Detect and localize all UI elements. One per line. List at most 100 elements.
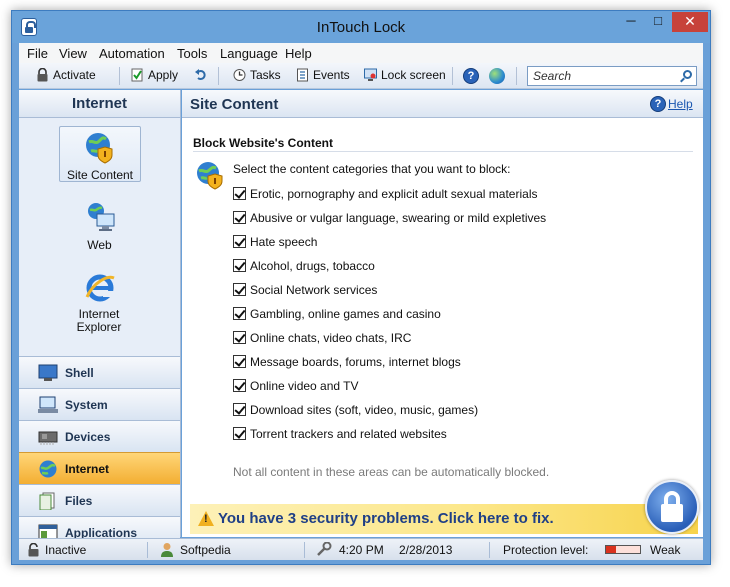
security-alert-bar[interactable]: You have 3 security problems. Click here… <box>190 504 698 534</box>
checkbox-label: Alcohol, drugs, tobacco <box>250 259 375 273</box>
lock-screen-label: Lock screen <box>381 68 446 82</box>
content-panel: Site Content ? Help Block Website's Cont… <box>182 90 703 537</box>
status-date: 2/28/2013 <box>399 543 453 557</box>
files-icon <box>39 492 55 510</box>
computer-icon <box>38 396 58 413</box>
search-input[interactable] <box>528 67 673 85</box>
search-icon[interactable] <box>683 70 692 79</box>
lock-icon[interactable] <box>645 480 699 534</box>
category-site-content[interactable]: Site Content <box>59 126 141 182</box>
status-separator <box>147 542 148 558</box>
lock-screen-icon <box>364 68 377 81</box>
toolbar-separator <box>218 67 219 85</box>
nav-shell[interactable]: Shell <box>19 356 180 388</box>
checkbox-label: Social Network services <box>250 283 378 297</box>
checkbox[interactable] <box>233 403 246 416</box>
lock-body <box>661 504 683 522</box>
activate-label: Activate <box>53 68 96 82</box>
section-title: Block Website's Content <box>193 136 333 150</box>
security-alert-link[interactable]: You have 3 security problems. Click here… <box>218 510 554 527</box>
page-title: Site Content <box>190 96 279 113</box>
current-user: Softpedia <box>180 543 231 557</box>
checkbox-label: Online chats, video chats, IRC <box>250 331 412 345</box>
activate-button[interactable]: Activate <box>36 68 96 84</box>
menu-automation[interactable]: Automation <box>99 46 165 61</box>
checkbox[interactable] <box>233 187 246 200</box>
nav-label: Devices <box>65 430 111 444</box>
content-header: Site Content ? Help <box>182 90 703 118</box>
status-bar: Inactive Softpedia 4:20 PM 2/28/2013 Pro… <box>19 538 703 560</box>
nav-devices[interactable]: Devices <box>19 420 180 452</box>
checkbox-label: Torrent trackers and related websites <box>250 427 447 441</box>
checkbox[interactable] <box>233 379 246 392</box>
category-internet-explorer[interactable]: Internet Explorer <box>19 270 180 334</box>
computer-globe-icon <box>87 203 114 231</box>
toolbar-separator <box>516 67 517 85</box>
category-web[interactable]: Web <box>19 200 180 252</box>
sidebar-title: Internet <box>19 90 180 118</box>
checkmark-document-icon <box>131 68 143 82</box>
status-time: 4:20 PM <box>339 543 384 557</box>
checkbox-label: Gambling, online games and casino <box>250 307 441 321</box>
monitor-icon <box>38 364 58 381</box>
protection-level-value: Weak <box>650 543 681 557</box>
nav-label: Internet <box>65 462 110 476</box>
section-divider <box>193 151 693 152</box>
title-bar[interactable]: InTouch Lock ─ □ ✕ <box>12 11 710 43</box>
user-icon <box>161 543 173 557</box>
lock-screen-button[interactable]: Lock screen <box>364 68 446 84</box>
checkbox[interactable] <box>233 235 246 248</box>
protection-meter <box>605 545 641 554</box>
nav-label: Shell <box>65 366 94 380</box>
checkbox[interactable] <box>233 211 246 224</box>
globe-icon[interactable] <box>489 68 505 84</box>
tasks-button[interactable]: Tasks <box>233 68 281 84</box>
status-separator <box>489 542 490 558</box>
nav-label: Files <box>65 494 93 508</box>
maximize-button[interactable]: □ <box>645 12 671 32</box>
protection-level-label: Protection level: <box>503 543 589 557</box>
protection-meter-fill <box>606 546 617 553</box>
help-icon[interactable]: ? <box>650 96 666 112</box>
tasks-label: Tasks <box>250 68 281 82</box>
search-field[interactable] <box>527 66 697 86</box>
lock-shackle <box>664 491 680 505</box>
events-button[interactable]: Events <box>296 68 350 84</box>
checkbox[interactable] <box>233 259 246 272</box>
app-window: InTouch Lock ─ □ ✕ File View Automation … <box>11 10 711 565</box>
menu-view[interactable]: View <box>59 46 87 61</box>
wrench-icon <box>317 542 332 556</box>
menu-language[interactable]: Language <box>220 46 278 61</box>
unlocked-padlock-icon <box>28 543 39 557</box>
checkbox-label: Message boards, forums, internet blogs <box>250 355 461 369</box>
checkbox[interactable] <box>233 283 246 296</box>
apply-label: Apply <box>148 68 179 82</box>
globe-shield-icon <box>86 133 113 164</box>
help-icon[interactable]: ? <box>463 68 479 84</box>
nav-files[interactable]: Files <box>19 484 180 516</box>
toolbar-separator <box>452 67 453 85</box>
category-label: Internet Explorer <box>76 307 122 334</box>
menu-tools[interactable]: Tools <box>177 46 207 61</box>
checkbox[interactable] <box>233 355 246 368</box>
menu-bar: File View Automation Tools Language Help <box>19 43 703 63</box>
undo-button[interactable] <box>194 68 211 84</box>
checkbox-label: Abusive or vulgar language, swearing or … <box>250 211 547 225</box>
checkbox[interactable] <box>233 307 246 320</box>
nav-internet[interactable]: Internet <box>19 452 180 484</box>
globe-shield-icon <box>197 162 223 190</box>
toolbar: Activate Apply Tasks Events Lock screen … <box>19 63 703 89</box>
help-link[interactable]: Help <box>668 97 693 111</box>
globe-icon <box>39 460 57 478</box>
menu-file[interactable]: File <box>27 46 48 61</box>
checkbox-label: Online video and TV <box>250 379 359 393</box>
apply-button[interactable]: Apply <box>131 68 178 84</box>
menu-help[interactable]: Help <box>285 46 312 61</box>
close-button[interactable]: ✕ <box>672 12 708 32</box>
checkbox[interactable] <box>233 331 246 344</box>
status-separator <box>304 542 305 558</box>
chip-icon <box>38 431 58 445</box>
nav-system[interactable]: System <box>19 388 180 420</box>
minimize-button[interactable]: ─ <box>618 12 644 32</box>
checkbox[interactable] <box>233 427 246 440</box>
